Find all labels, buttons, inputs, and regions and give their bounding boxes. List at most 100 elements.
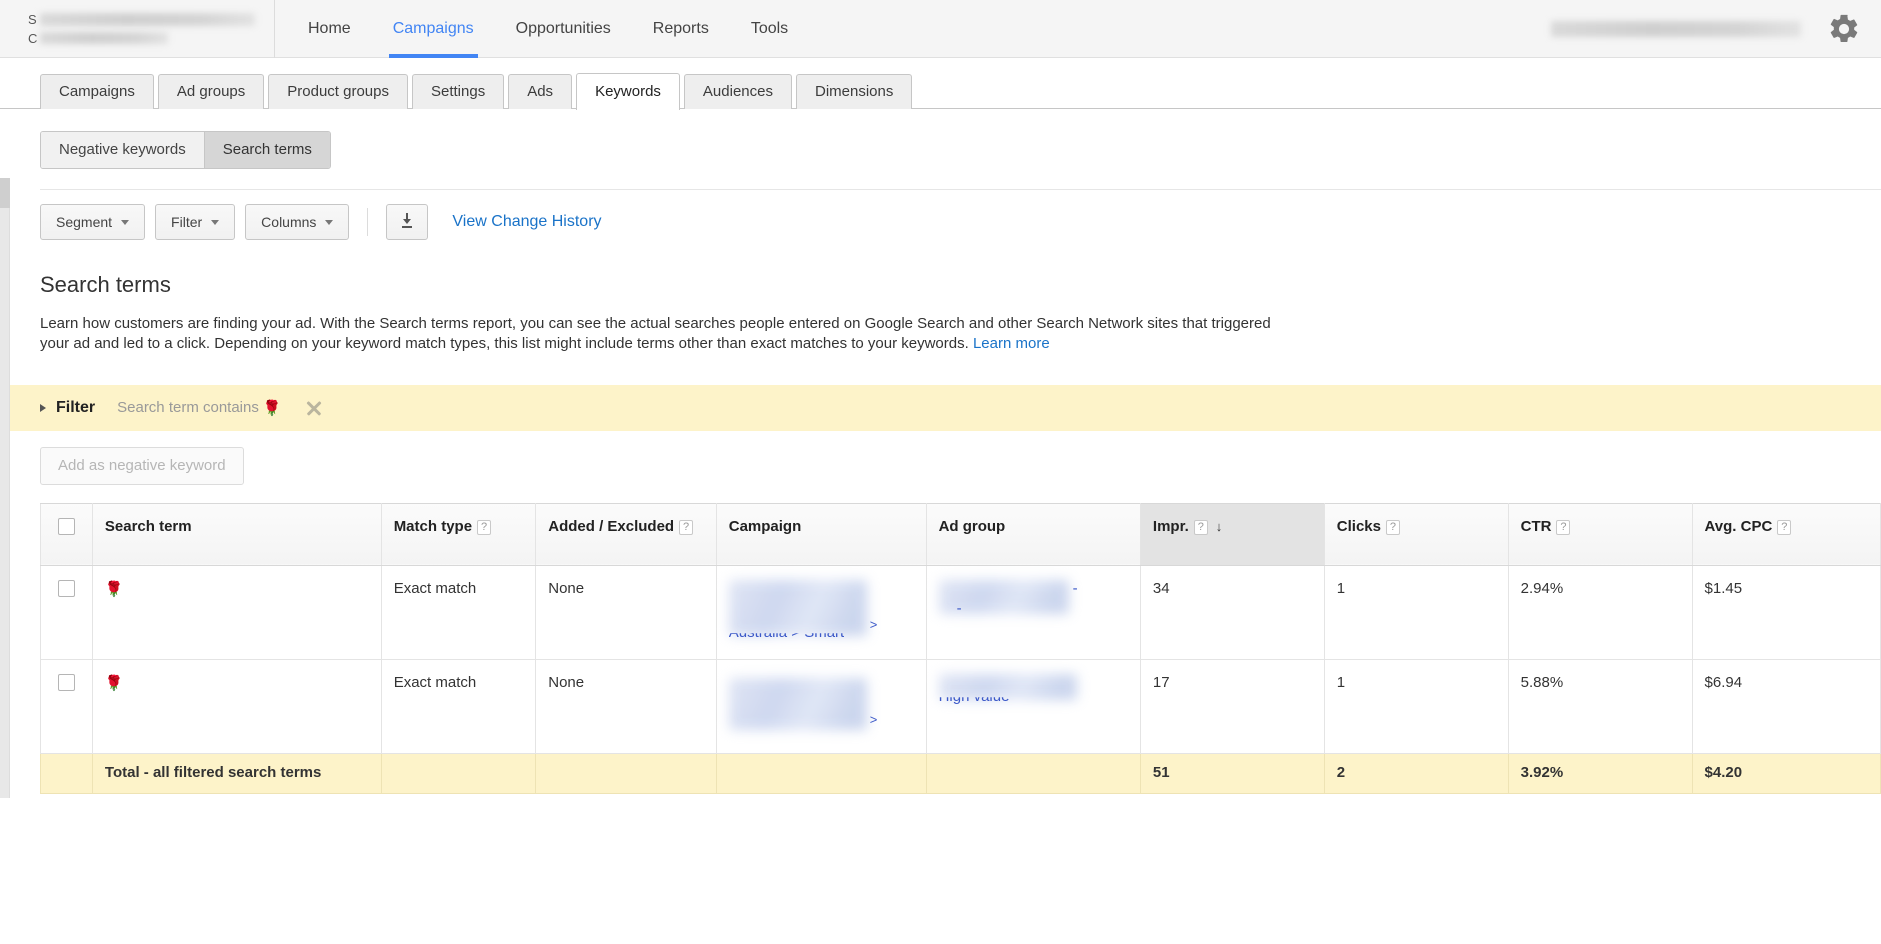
table-header-row: Search term Match type? Added / Excluded… [40,502,1881,566]
subtab-negative-keywords[interactable]: Negative keywords [41,132,204,168]
download-button[interactable] [386,204,429,240]
cell-ad-group[interactable]: - - [925,564,1141,660]
filter-condition[interactable]: Search term contains 🌹 [117,399,281,417]
customer-id-prefix: C [28,30,38,46]
customer-id-line: C [28,29,274,48]
ad-group-name-redacted [938,673,1077,700]
totals-label: Total - all filtered search terms [91,752,382,794]
header-clicks-label: Clicks [1336,517,1381,535]
page-title: Search terms [40,272,171,297]
toolbar-separator [367,208,369,236]
add-as-negative-keyword-button[interactable]: Add as negative keyword [40,446,244,485]
left-rail [0,178,10,798]
account-selector[interactable]: S C [0,0,275,58]
header-added-excluded[interactable]: Added / Excluded? [535,502,717,566]
select-all-header[interactable] [40,502,93,566]
cell-added-excluded: None [535,564,717,660]
totals-campaign [715,752,927,794]
tab-keywords[interactable]: Keywords [576,73,680,110]
gear-icon[interactable] [1827,12,1861,46]
nav-item-campaigns[interactable]: Campaigns [372,0,495,58]
table-row: 🌹 Exact match None > Australia > Smart -… [40,564,1881,660]
chevron-right-icon: > [869,711,878,727]
totals-avg-cpc: $4.20 [1691,752,1881,794]
cell-campaign[interactable]: > [715,658,927,754]
totals-impressions: 51 [1139,752,1325,794]
chevron-right-icon: > [869,616,878,632]
learn-more-link[interactable]: Learn more [973,335,1050,352]
filter-condition-value: 🌹 [262,399,282,417]
account-name-prefix: S [28,11,37,27]
tab-campaigns[interactable]: Campaigns [40,74,154,109]
cell-campaign[interactable]: > Australia > Smart [715,564,927,660]
totals-spacer [40,752,93,794]
help-icon[interactable]: ? [1777,519,1792,535]
account-name-line: S [28,10,274,29]
help-icon[interactable]: ? [1385,519,1400,535]
nav-item-reports[interactable]: Reports [632,0,730,58]
header-search-term[interactable]: Search term [91,502,382,566]
columns-button[interactable]: Columns [245,204,350,240]
totals-ctr: 3.92% [1507,752,1693,794]
help-icon[interactable]: ? [477,519,492,535]
tab-settings[interactable]: Settings [412,74,505,109]
filter-bar-label: Filter [56,398,96,416]
header-ctr[interactable]: CTR? [1507,502,1693,566]
ad-group-suffix: - [1072,579,1078,597]
cell-added-excluded: None [535,658,717,754]
tab-audiences[interactable]: Audiences [683,74,792,109]
cell-impressions: 34 [1139,564,1325,660]
account-email-redacted [1551,21,1801,37]
page-description-text: Learn how customers are finding your ad.… [40,315,1271,352]
view-change-history-link[interactable]: View Change History [452,213,601,231]
select-all-checkbox[interactable] [57,517,75,535]
header-ad-group[interactable]: Ad group [925,502,1141,566]
section-tabs: Campaigns Ad groups Product groups Setti… [0,58,1881,110]
row-select-cell[interactable] [40,658,93,754]
cell-ctr: 5.88% [1507,658,1693,754]
tab-ad-groups[interactable]: Ad groups [157,74,265,109]
row-checkbox[interactable] [57,579,75,597]
filter-button-label: Filter [171,214,203,230]
header-avg-cpc[interactable]: Avg. CPC? [1691,502,1881,566]
filter-button[interactable]: Filter [155,204,236,240]
header-clicks[interactable]: Clicks? [1323,502,1509,566]
segment-button[interactable]: Segment [40,204,146,240]
cell-avg-cpc: $1.45 [1691,564,1881,660]
table-totals-row: Total - all filtered search terms 51 2 3… [40,752,1881,794]
header-match-type[interactable]: Match type? [380,502,537,566]
row-checkbox[interactable] [57,673,75,691]
totals-added-excluded [535,752,717,794]
subtab-search-terms[interactable]: Search terms [203,132,330,168]
report-toolbar: Segment Filter Columns View Change Histo… [0,190,1881,240]
header-campaign-label: Campaign [728,517,802,535]
left-rail-handle[interactable] [0,178,10,208]
primary-nav: Home Campaigns Opportunities Reports Too… [287,0,809,58]
totals-ad-group [925,752,1141,794]
row-select-cell[interactable] [40,564,93,660]
nav-item-tools[interactable]: Tools [730,0,809,58]
tab-product-groups[interactable]: Product groups [268,74,408,109]
nav-item-opportunities[interactable]: Opportunities [495,0,632,58]
help-icon[interactable]: ? [1193,519,1208,535]
nav-item-home[interactable]: Home [287,0,372,58]
close-icon[interactable] [304,398,324,418]
cell-match-type: Exact match [380,564,537,660]
keyword-subtabs: Negative keywords Search terms [0,109,1881,169]
help-icon[interactable]: ? [679,519,694,535]
account-name-redacted [40,12,255,26]
sort-descending-icon[interactable]: ↓ [1216,519,1223,534]
header-avg-cpc-label: Avg. CPC [1704,517,1773,535]
tab-dimensions[interactable]: Dimensions [795,74,913,109]
header-impressions-label: Impr. [1152,517,1189,535]
tab-ads[interactable]: Ads [508,74,573,109]
cell-search-term: 🌹 [91,658,382,754]
help-icon[interactable]: ? [1556,519,1571,535]
top-bar-right [1551,0,1881,58]
header-match-type-label: Match type [393,517,473,535]
header-impressions[interactable]: Impr.? ↓ [1139,502,1325,566]
chevron-right-icon[interactable] [40,403,46,412]
cell-ad-group[interactable]: High value [925,658,1141,754]
header-campaign[interactable]: Campaign [715,502,927,566]
cell-match-type: Exact match [380,658,537,754]
